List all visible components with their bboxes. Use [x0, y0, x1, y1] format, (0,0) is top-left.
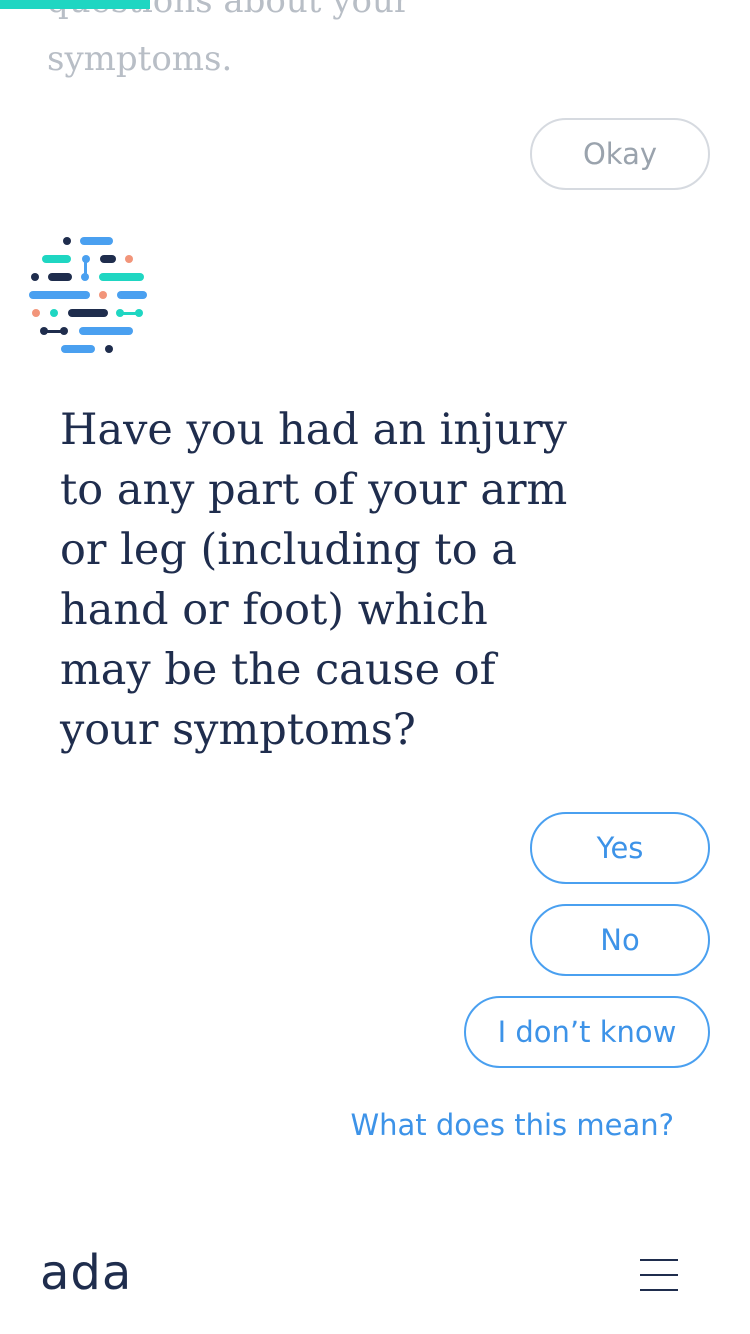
dont-know-button[interactable]: I don’t know	[464, 996, 710, 1068]
previous-message: questions about your symptoms.	[47, 0, 411, 79]
no-button[interactable]: No	[530, 904, 710, 976]
ada-dots-logo-icon	[29, 237, 147, 353]
progress-bar	[0, 0, 150, 9]
ada-brand-logo: ada	[40, 1245, 133, 1301]
question-text: Have you had an injury to any part of yo…	[60, 405, 568, 755]
what-does-this-mean-link[interactable]: What does this mean?	[350, 1104, 674, 1146]
hamburger-menu-icon[interactable]	[640, 1257, 684, 1293]
okay-button[interactable]: Okay	[530, 118, 710, 190]
yes-button[interactable]: Yes	[530, 812, 710, 884]
